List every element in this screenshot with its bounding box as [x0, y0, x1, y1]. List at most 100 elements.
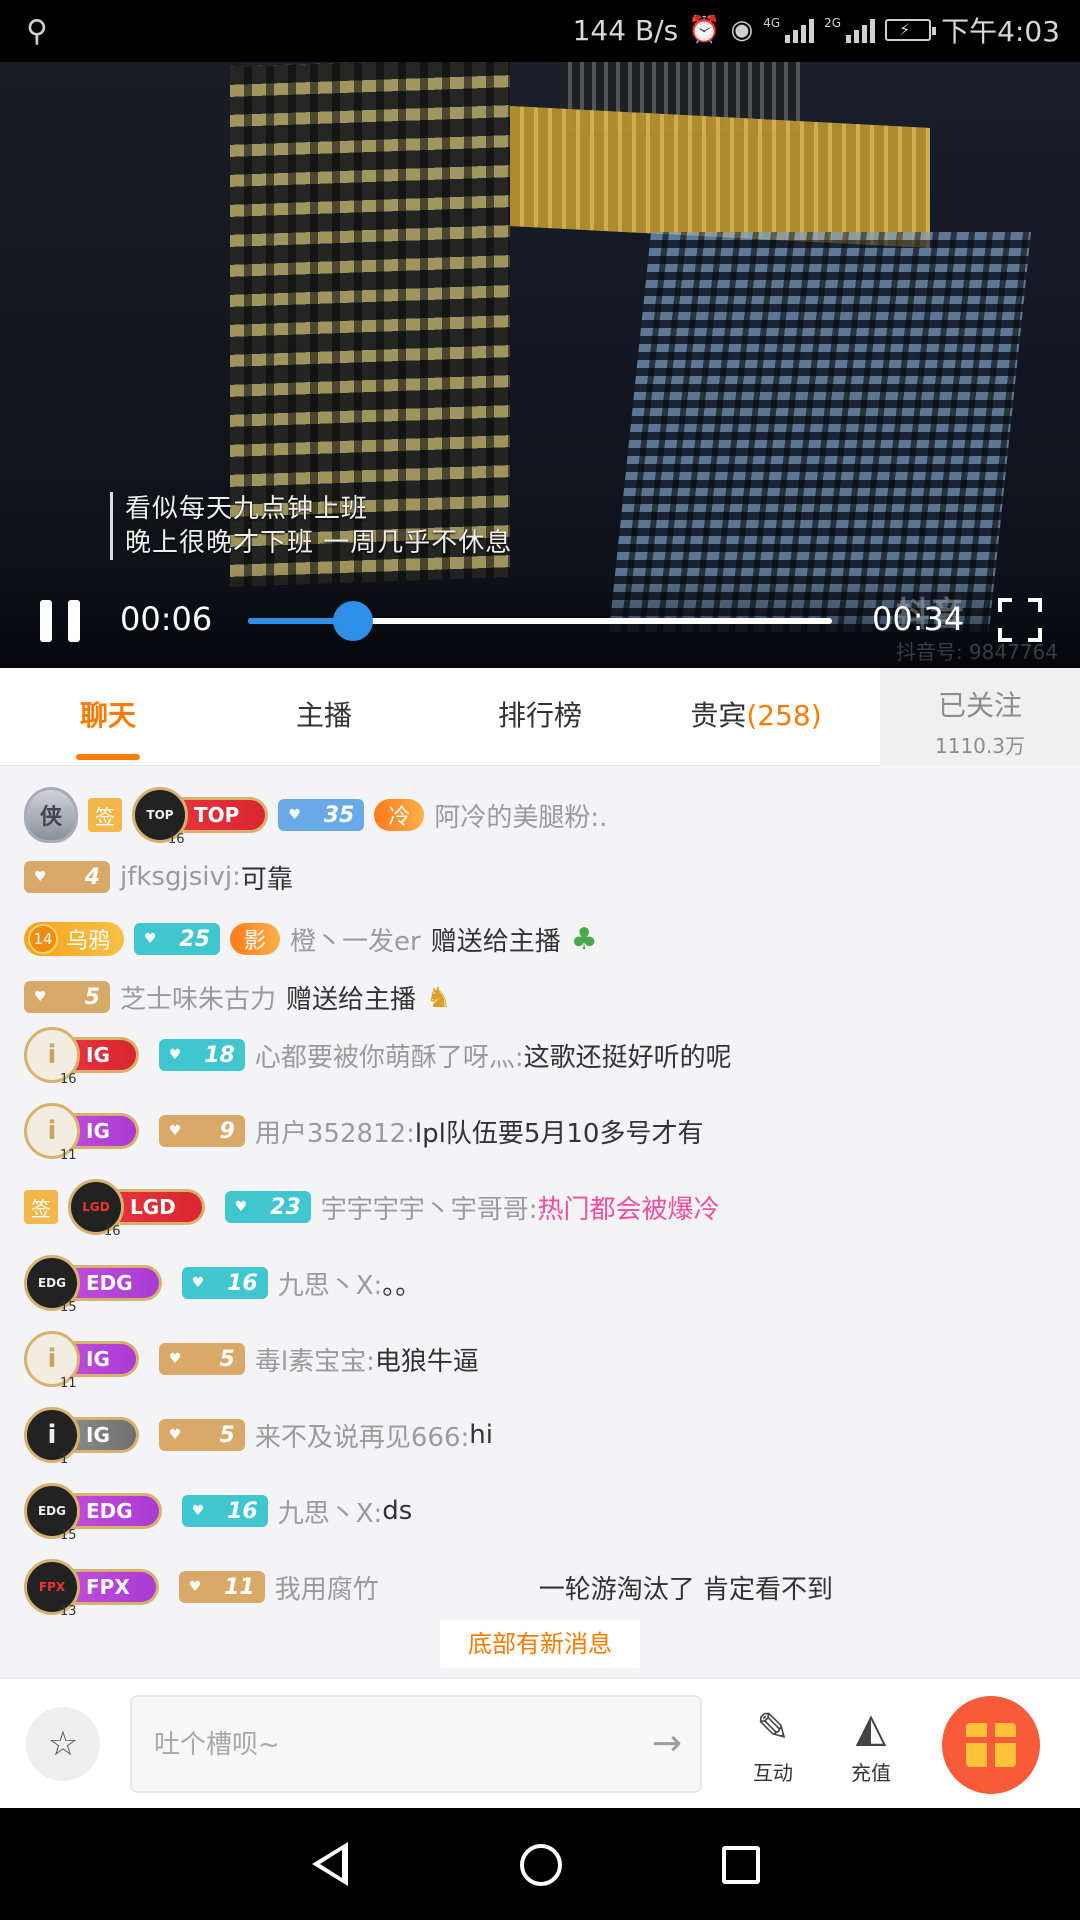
- level-badge: ♥ 23: [224, 1191, 311, 1223]
- username[interactable]: 芝士味朱古力: [120, 979, 276, 1016]
- username[interactable]: jfksgjsivj:: [120, 862, 241, 892]
- chat-message: EDG EDG 15 ♥ 16 九思丶X: ds: [24, 1480, 413, 1543]
- username[interactable]: 用户352812:: [255, 1113, 415, 1150]
- tab-vip[interactable]: 贵宾(258): [648, 668, 864, 766]
- username[interactable]: 我用腐竹: [275, 1569, 379, 1606]
- total-time: 00:34: [872, 600, 965, 638]
- level-badge: ♥ 4: [24, 861, 110, 893]
- sign-in-badge: 签: [24, 1190, 58, 1224]
- follow-label: 已关注: [937, 689, 1022, 722]
- current-time: 00:06: [120, 600, 213, 638]
- interact-button[interactable]: ✎ 互动: [728, 1703, 818, 1786]
- signal-icon: 4G: [763, 16, 815, 43]
- level-badge: ♥ 35: [278, 799, 365, 831]
- home-icon[interactable]: [520, 1844, 562, 1886]
- noble-level: 14: [28, 924, 58, 954]
- message-text: 一轮游淘汰了 肯定看不到: [538, 1574, 834, 1605]
- level-badge: ♥ 25: [134, 923, 221, 955]
- username[interactable]: 来不及说再见666:: [255, 1417, 469, 1454]
- level-badge: ♥ 5: [24, 981, 110, 1013]
- fan-tag: 影: [230, 923, 281, 955]
- team-badge: i IG 11: [24, 1331, 139, 1391]
- message-text: 可靠: [240, 864, 293, 895]
- message-text: 热门都会被爆冷: [537, 1194, 720, 1225]
- level-badge: ♥ 11: [178, 1571, 265, 1603]
- chat-message: 侠 签 TOP TOP 16 ♥ 35 冷 阿冷的美腿粉:.: [24, 784, 607, 847]
- back-icon[interactable]: [312, 1842, 348, 1886]
- sign-in-badge: 签: [88, 798, 122, 832]
- tab-chat-label: 聊天: [79, 699, 136, 732]
- player-controls: 00:06 00:34: [0, 568, 1080, 668]
- gift-box-icon: [966, 1723, 1016, 1767]
- username[interactable]: 橙丶一发er: [290, 921, 421, 958]
- network-type-1: 4G: [763, 16, 781, 30]
- tab-vip-count: (258): [746, 699, 822, 732]
- pause-button[interactable]: [38, 600, 82, 642]
- username[interactable]: 九思丶X:: [278, 1265, 383, 1302]
- tab-chat[interactable]: 聊天: [0, 668, 216, 766]
- level-value: 9: [219, 1118, 235, 1144]
- team-badge: EDG EDG 15: [24, 1255, 162, 1315]
- level-value: 25: [179, 926, 211, 952]
- seek-bar-handle[interactable]: [333, 601, 374, 641]
- team-badge: FPX FPX 13: [24, 1559, 159, 1619]
- username[interactable]: 毒l素宝宝:: [255, 1341, 375, 1378]
- chat-message: FPX FPX 13 ♥ 11 我用腐竹 一轮游淘汰了 肯定看不到: [24, 1556, 834, 1619]
- level-value: 18: [204, 1042, 235, 1068]
- knight-shield-icon: 侠: [24, 787, 78, 843]
- team-badge-level: 16: [60, 1072, 77, 1087]
- signal-icon-2: 2G: [824, 17, 876, 43]
- level-badge: ♥ 5: [158, 1419, 245, 1451]
- message-text: 赠送给主播: [286, 984, 417, 1015]
- video-frame-golden-bridge: [510, 105, 930, 249]
- message-text: 这歌还挺好听的呢: [523, 1042, 732, 1073]
- chat-message: i IG 1 ♥ 5 来不及说再见666: hi: [24, 1404, 493, 1467]
- team-badge-level: 15: [60, 1300, 77, 1315]
- message-text: 。。: [382, 1270, 422, 1301]
- new-messages-button[interactable]: 底部有新消息: [440, 1620, 640, 1668]
- username[interactable]: 阿冷的美腿粉:.: [434, 797, 607, 834]
- team-badge: i IG 11: [24, 1103, 139, 1163]
- battery-icon: ⚡: [885, 19, 937, 41]
- username[interactable]: 心都要被你萌酥了呀灬:: [255, 1037, 524, 1074]
- video-subtitle: 看似每天九点钟上班 晚上很晚才下班 一周几乎不休息: [110, 492, 512, 560]
- username[interactable]: 宇宇宇宇丶宇哥哥:: [321, 1189, 538, 1226]
- tab-vip-label: 贵宾: [690, 699, 747, 732]
- party-popper-icon: ✎: [756, 1705, 790, 1751]
- message-text: ds: [382, 1496, 413, 1526]
- chat-message: ♥ 4 jfksgjsivj: 可靠: [24, 846, 293, 908]
- emoji-icon[interactable]: ☆: [26, 1707, 100, 1781]
- username[interactable]: 九思丶X:: [278, 1493, 383, 1530]
- level-badge: ♥ 16: [181, 1267, 268, 1299]
- level-value: 11: [224, 1574, 255, 1600]
- team-badge-level: 16: [104, 1224, 121, 1239]
- chat-list[interactable]: 侠 签 TOP TOP 16 ♥ 35 冷 阿冷的美腿粉:. ♥ 4 jfksgjs…: [0, 766, 1080, 1678]
- level-value: 16: [227, 1270, 258, 1296]
- comment-input[interactable]: [154, 1725, 614, 1765]
- room-tabs: 聊天 主播 排行榜 贵宾(258) 已关注 1110.3万: [0, 668, 1080, 766]
- status-bar: ⚲ 144 B/s ⏰ ◉ 4G 2G ⚡ 下午4:03: [0, 0, 1080, 62]
- level-value: 5: [219, 1422, 235, 1448]
- team-badge: TOP TOP 16: [132, 787, 269, 847]
- send-arrow-icon[interactable]: →: [652, 1723, 682, 1764]
- team-badge-level: 13: [60, 1604, 77, 1619]
- recent-apps-icon[interactable]: [722, 1846, 760, 1884]
- level-value: 5: [219, 1346, 235, 1372]
- team-badge-level: 11: [60, 1376, 77, 1391]
- follow-button[interactable]: 已关注 1110.3万: [880, 668, 1080, 766]
- seek-bar[interactable]: [248, 601, 832, 641]
- team-badge: i IG 1: [24, 1407, 139, 1467]
- tab-streamer-label: 主播: [295, 699, 352, 732]
- tab-streamer[interactable]: 主播: [216, 668, 432, 766]
- recharge-button[interactable]: ◭ 充值: [826, 1703, 916, 1786]
- tab-ranking-label: 排行榜: [497, 699, 582, 732]
- tab-ranking[interactable]: 排行榜: [432, 668, 648, 766]
- team-badge-level: 11: [60, 1148, 77, 1163]
- chat-message: 14 乌鸦 ♥ 25 影 橙丶一发er 赠送给主播 ♣: [24, 908, 598, 970]
- system-nav-bar: [0, 1808, 1080, 1920]
- gift-button[interactable]: [942, 1696, 1040, 1794]
- video-player[interactable]: 看似每天九点钟上班 晚上很晚才下班 一周几乎不休息 抖音 抖音号: 984776…: [0, 62, 1080, 668]
- recharge-label: 充值: [851, 1761, 891, 1785]
- eye-icon: ◉: [730, 15, 754, 45]
- fullscreen-icon[interactable]: [998, 598, 1042, 642]
